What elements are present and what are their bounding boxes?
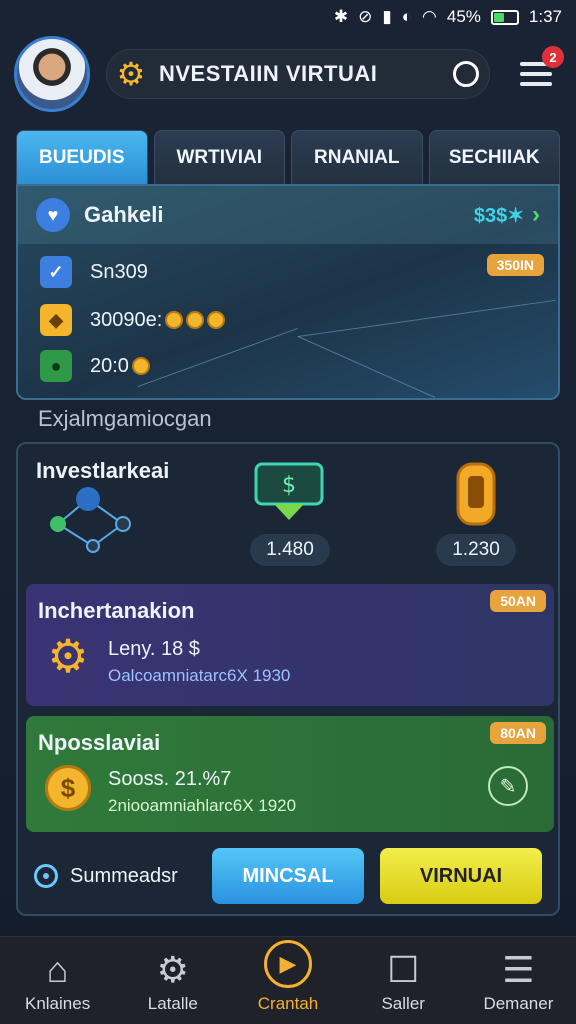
coin-icon: $ — [42, 762, 94, 814]
app-title: NVESTAIIN VIRTUAI — [159, 61, 378, 86]
tab-rnanial[interactable]: RNANIAL — [291, 130, 423, 184]
play-icon: ▶ — [264, 940, 312, 988]
summary-row-text: Sn309 — [90, 260, 148, 283]
action-label: Summeadsr — [70, 864, 178, 887]
nav-label: Crantah — [257, 994, 319, 1013]
network-icon — [50, 487, 131, 553]
card-line: Leny. 18 $ — [108, 638, 200, 660]
mute-icon: ⊘ — [358, 7, 373, 26]
tab-sechiiak[interactable]: SECHIIAK — [428, 130, 560, 184]
nav-label: Demaner — [483, 994, 554, 1013]
summary-card: ♥ Gahkeli $3$✶ › 350IN ✓ Sn309 ◆ 30090e:… — [16, 184, 560, 400]
summary-row: ● 20:0 — [40, 350, 150, 382]
nav-label: Knlaines — [24, 994, 91, 1013]
purple-card[interactable]: Inchertanakion 50AN ⚙ Leny. 18 $ Oalcoam… — [26, 584, 554, 706]
card-title: Nposslaviai — [38, 730, 161, 755]
summary-title: Gahkeli — [84, 202, 164, 227]
summary-header[interactable]: ♥ Gahkeli $3$✶ › — [18, 186, 558, 244]
chevron-right-icon[interactable]: › — [532, 201, 540, 229]
heart-icon: ♥ — [36, 198, 70, 232]
app-header: ⚙ NVESTAIIN VIRTUAI 2 — [14, 36, 564, 112]
nav-item-home[interactable]: ⌂ Knlaines — [0, 937, 115, 1024]
invest-value: 1.230 — [436, 534, 516, 566]
card-badge: 80AN — [490, 722, 546, 744]
summary-row: ✓ Sn309 — [40, 256, 148, 288]
coin-icon — [207, 311, 226, 329]
card-title: Inchertanakion — [38, 598, 195, 623]
signal-icon: ▮ — [382, 7, 392, 26]
nav-label: Saller — [381, 994, 425, 1013]
tab-bar: BUEUDIS WRTIVIAI RNANIAL SECHIIAK — [16, 130, 560, 184]
edit-icon[interactable]: ✎ — [488, 766, 528, 806]
home-icon: ⌂ — [46, 949, 69, 990]
invest-title: Investlarkeai — [36, 458, 170, 483]
tab-bueudis[interactable]: BUEUDIS — [16, 130, 148, 184]
battery-percent: 45% — [446, 7, 481, 26]
gear-icon: ⚙ — [116, 56, 146, 92]
invest-value: 1.480 — [250, 534, 330, 566]
wifi-icon: ◠ — [422, 7, 437, 26]
wallet-icon: ◆ — [40, 304, 72, 336]
nav-item-play[interactable]: ▶ Crantah — [230, 937, 345, 1024]
chat-icon: ☐ — [387, 949, 420, 990]
summary-row-text: 30090e: — [90, 308, 163, 331]
status-bar: ✱ ⊘ ▮ ◐ ◠ 45% 1:37 — [0, 0, 576, 34]
clock-icon[interactable] — [453, 61, 479, 87]
clock-time: 1:37 — [528, 7, 562, 26]
investment-panel: Investlarkeai $ 1.480 1.230 Inchertanaki… — [16, 442, 560, 916]
bluetooth-icon: ✱ — [333, 7, 349, 26]
data-icon: ◐ — [401, 7, 413, 26]
money-screen-icon: $ — [254, 462, 324, 520]
gear-icon: ⚙ — [156, 949, 189, 990]
green-card[interactable]: Nposslaviai 80AN $ Sooss. 21.%7 2niooamn… — [26, 716, 554, 832]
summary-row-text: 20:0 — [90, 354, 129, 377]
cash-icon: ● — [40, 350, 72, 382]
coin-icon — [186, 311, 205, 329]
check-icon: ✓ — [40, 256, 72, 288]
card-line: 2niooamniahlarc6X 1920 — [108, 796, 297, 815]
title-bar: ⚙ NVESTAIIN VIRTUAI — [106, 49, 490, 99]
invest-row[interactable]: Investlarkeai $ 1.480 1.230 — [18, 444, 558, 580]
tab-wrtiviai[interactable]: WRTIVIAI — [153, 130, 285, 184]
summary-badge: 350IN — [486, 254, 544, 276]
card-line: Oalcoamniatarc6X 1930 — [108, 666, 291, 685]
summary-amount: $3$✶ — [473, 204, 524, 227]
coin-icon — [165, 311, 184, 329]
nav-item-list[interactable]: ☰ Demaner — [461, 937, 576, 1024]
bottom-nav: ⌂ Knlaines ⚙ Latalle ▶ Crantah ☐ Saller … — [0, 936, 576, 1024]
coin-icon — [131, 357, 150, 375]
target-icon — [34, 864, 58, 888]
nav-item-chat[interactable]: ☐ Saller — [346, 937, 461, 1024]
mincsal-button[interactable]: MINCSAL — [212, 848, 364, 904]
notification-badge: 2 — [542, 46, 564, 68]
list-icon: ☰ — [502, 949, 535, 990]
phone-icon — [456, 462, 496, 526]
avatar[interactable] — [14, 36, 90, 112]
svg-text:$: $ — [282, 473, 296, 498]
summary-row: ◆ 30090e: — [40, 304, 226, 336]
gear-icon: ⚙ — [47, 630, 89, 682]
nav-item-settings[interactable]: ⚙ Latalle — [115, 937, 230, 1024]
card-line: Sooss. 21.%7 — [108, 768, 232, 790]
section-label: Exjalmgamiocgan — [38, 406, 212, 431]
menu-button[interactable]: 2 — [520, 46, 564, 92]
virnuai-button[interactable]: VIRNUAI — [380, 848, 542, 904]
nav-label: Latalle — [147, 994, 198, 1013]
action-row: Summeadsr MINCSAL VIRNUAI — [18, 838, 558, 914]
battery-icon — [490, 9, 519, 25]
card-badge: 50AN — [490, 590, 546, 612]
